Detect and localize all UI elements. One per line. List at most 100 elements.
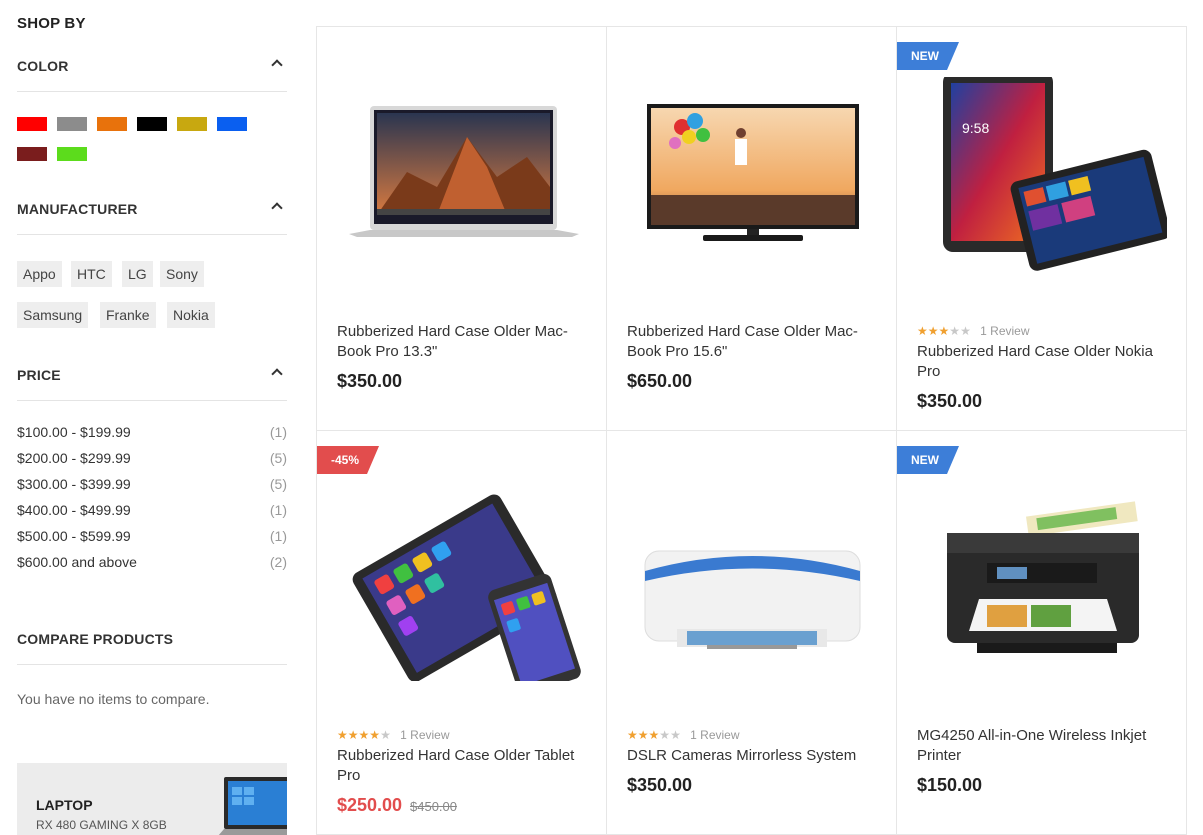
price-range-link[interactable]: $100.00 - $199.99 (1) (17, 424, 287, 444)
product-card[interactable]: Rubberized Hard Case Older Mac-Book Pro … (607, 27, 897, 431)
star-rating: ★★★★★ (917, 324, 971, 338)
compare-title: COMPARE PRODUCTS (17, 631, 174, 647)
laptop-banner[interactable]: LAPTOP RX 480 GAMING X 8GB (17, 763, 287, 835)
product-name[interactable]: Rubberized Hard Case Older Mac-Book Pro … (337, 322, 587, 362)
star-filled-icon: ★ (337, 727, 348, 742)
price-range-label: $500.00 - $599.99 (17, 528, 131, 544)
shop-by-title: SHOP BY (17, 15, 86, 32)
star-empty-icon: ★ (670, 727, 681, 742)
product-rating: ★★★★★ 1 Review (337, 727, 450, 742)
star-filled-icon: ★ (648, 727, 660, 742)
price-range-link[interactable]: $600.00 and above (2) (17, 554, 287, 574)
price-range-link[interactable]: $200.00 - $299.99 (5) (17, 450, 287, 470)
price-filter-title: PRICE (17, 367, 61, 383)
color-filter-header[interactable]: COLOR (17, 58, 287, 92)
tablet-image[interactable]: 9:58 (917, 77, 1167, 277)
banner-subtitle: RX 480 GAMING X 8GB (36, 818, 167, 832)
star-empty-icon: ★ (380, 727, 391, 742)
product-name[interactable]: Rubberized Hard Case Older Tablet Pro (337, 746, 587, 786)
product-card[interactable]: ★★★★★ 1 Review DSLR Cameras Mirrorless S… (607, 431, 897, 835)
price-range-link[interactable]: $300.00 - $399.99 (5) (17, 476, 287, 496)
price-range-label: $200.00 - $299.99 (17, 450, 131, 466)
printer-image[interactable] (627, 481, 877, 681)
star-rating: ★★★★★ (627, 728, 681, 742)
star-filled-icon: ★ (358, 727, 370, 742)
star-filled-icon: ★ (927, 323, 939, 338)
star-empty-icon: ★ (949, 323, 961, 338)
chevron-up-icon[interactable] (271, 59, 283, 71)
review-count[interactable]: 1 Review (980, 324, 1029, 338)
price-range-count: (5) (269, 476, 287, 492)
manufacturer-tag[interactable]: HTC (71, 261, 112, 287)
chevron-up-icon[interactable] (271, 368, 283, 380)
product-price: $350.00 (917, 391, 983, 411)
price-range-link[interactable]: $400.00 - $499.99 (1) (17, 502, 287, 522)
color-swatch[interactable] (57, 117, 87, 131)
star-rating: ★★★★★ (337, 728, 391, 742)
product-card[interactable]: NEW 9:58 ★★★★★ 1 Review Rubberized Hard … (897, 27, 1187, 431)
star-empty-icon: ★ (659, 727, 671, 742)
laptop-image[interactable] (337, 77, 587, 277)
manufacturer-tag[interactable]: Samsung (17, 302, 89, 328)
price-range-link[interactable]: $500.00 - $599.99 (1) (17, 528, 287, 548)
color-swatch[interactable] (137, 117, 167, 131)
manufacturer-tag[interactable]: Sony (160, 261, 204, 287)
color-swatch[interactable] (57, 147, 87, 161)
product-name[interactable]: Rubberized Hard Case Older Nokia Pro (917, 342, 1167, 382)
inkjet-image[interactable] (917, 481, 1167, 681)
color-swatch[interactable] (217, 117, 247, 131)
manufacturer-filter-header[interactable]: MANUFACTURER (17, 201, 287, 235)
chevron-up-icon[interactable] (271, 202, 283, 214)
compare-header: COMPARE PRODUCTS (17, 631, 287, 665)
product-grid: Rubberized Hard Case Older Mac-Book Pro … (316, 26, 1187, 835)
price-range-count: (2) (269, 554, 287, 570)
color-swatch[interactable] (17, 117, 47, 131)
product-name[interactable]: Rubberized Hard Case Older Mac-Book Pro … (627, 322, 877, 362)
price-range-label: $600.00 and above (17, 554, 137, 570)
old-price: $450.00 (410, 799, 457, 814)
product-name[interactable]: DSLR Cameras Mirrorless System (627, 746, 877, 766)
price-range-label: $300.00 - $399.99 (17, 476, 131, 492)
manufacturer-tag[interactable]: Appo (17, 261, 62, 287)
manufacturer-filter-title: MANUFACTURER (17, 201, 138, 217)
product-card[interactable]: Rubberized Hard Case Older Mac-Book Pro … (317, 27, 607, 431)
star-filled-icon: ★ (627, 727, 638, 742)
star-filled-icon: ★ (938, 323, 950, 338)
star-filled-icon: ★ (347, 727, 359, 742)
product-card[interactable]: NEW MG4250 All-in-One Wireless Inkjet Pr… (897, 431, 1187, 835)
review-count[interactable]: 1 Review (400, 728, 449, 742)
star-filled-icon: ★ (637, 727, 649, 742)
review-count[interactable]: 1 Review (690, 728, 739, 742)
tv-image[interactable] (627, 77, 877, 277)
manufacturer-tag[interactable]: Nokia (167, 302, 215, 328)
color-swatch[interactable] (17, 147, 47, 161)
manufacturer-tag[interactable]: LG (122, 261, 153, 287)
product-price: $350.00 (337, 371, 403, 391)
price-range-label: $100.00 - $199.99 (17, 424, 131, 440)
star-filled-icon: ★ (369, 727, 381, 742)
svg-text:9:58: 9:58 (962, 120, 989, 136)
new-badge: NEW (897, 42, 959, 70)
price-filter-header[interactable]: PRICE (17, 367, 287, 401)
sale-price: $250.00 (337, 795, 403, 815)
price-range-count: (1) (269, 528, 287, 544)
price-range-label: $400.00 - $499.99 (17, 502, 131, 518)
product-rating: ★★★★★ 1 Review (627, 727, 740, 742)
product-rating: ★★★★★ 1 Review (917, 323, 1030, 338)
banner-laptop-image (218, 777, 287, 835)
star-filled-icon: ★ (917, 323, 928, 338)
product-name[interactable]: MG4250 All-in-One Wireless Inkjet Printe… (917, 726, 1167, 766)
manufacturer-tag[interactable]: Franke (100, 302, 156, 328)
price-range-count: (1) (269, 424, 287, 440)
discount-badge: -45% (317, 446, 379, 474)
compare-empty-text: You have no items to compare. (17, 691, 210, 707)
color-filter-title: COLOR (17, 58, 69, 74)
color-swatch[interactable] (97, 117, 127, 131)
star-empty-icon: ★ (960, 323, 971, 338)
price-range-count: (1) (269, 502, 287, 518)
color-swatch[interactable] (177, 117, 207, 131)
product-card[interactable]: -45% ★★★★★ 1 Review Rubberized Hard Case… (317, 431, 607, 835)
new-badge: NEW (897, 446, 959, 474)
product-price: $350.00 (627, 775, 693, 795)
ipad-image[interactable] (337, 481, 587, 681)
